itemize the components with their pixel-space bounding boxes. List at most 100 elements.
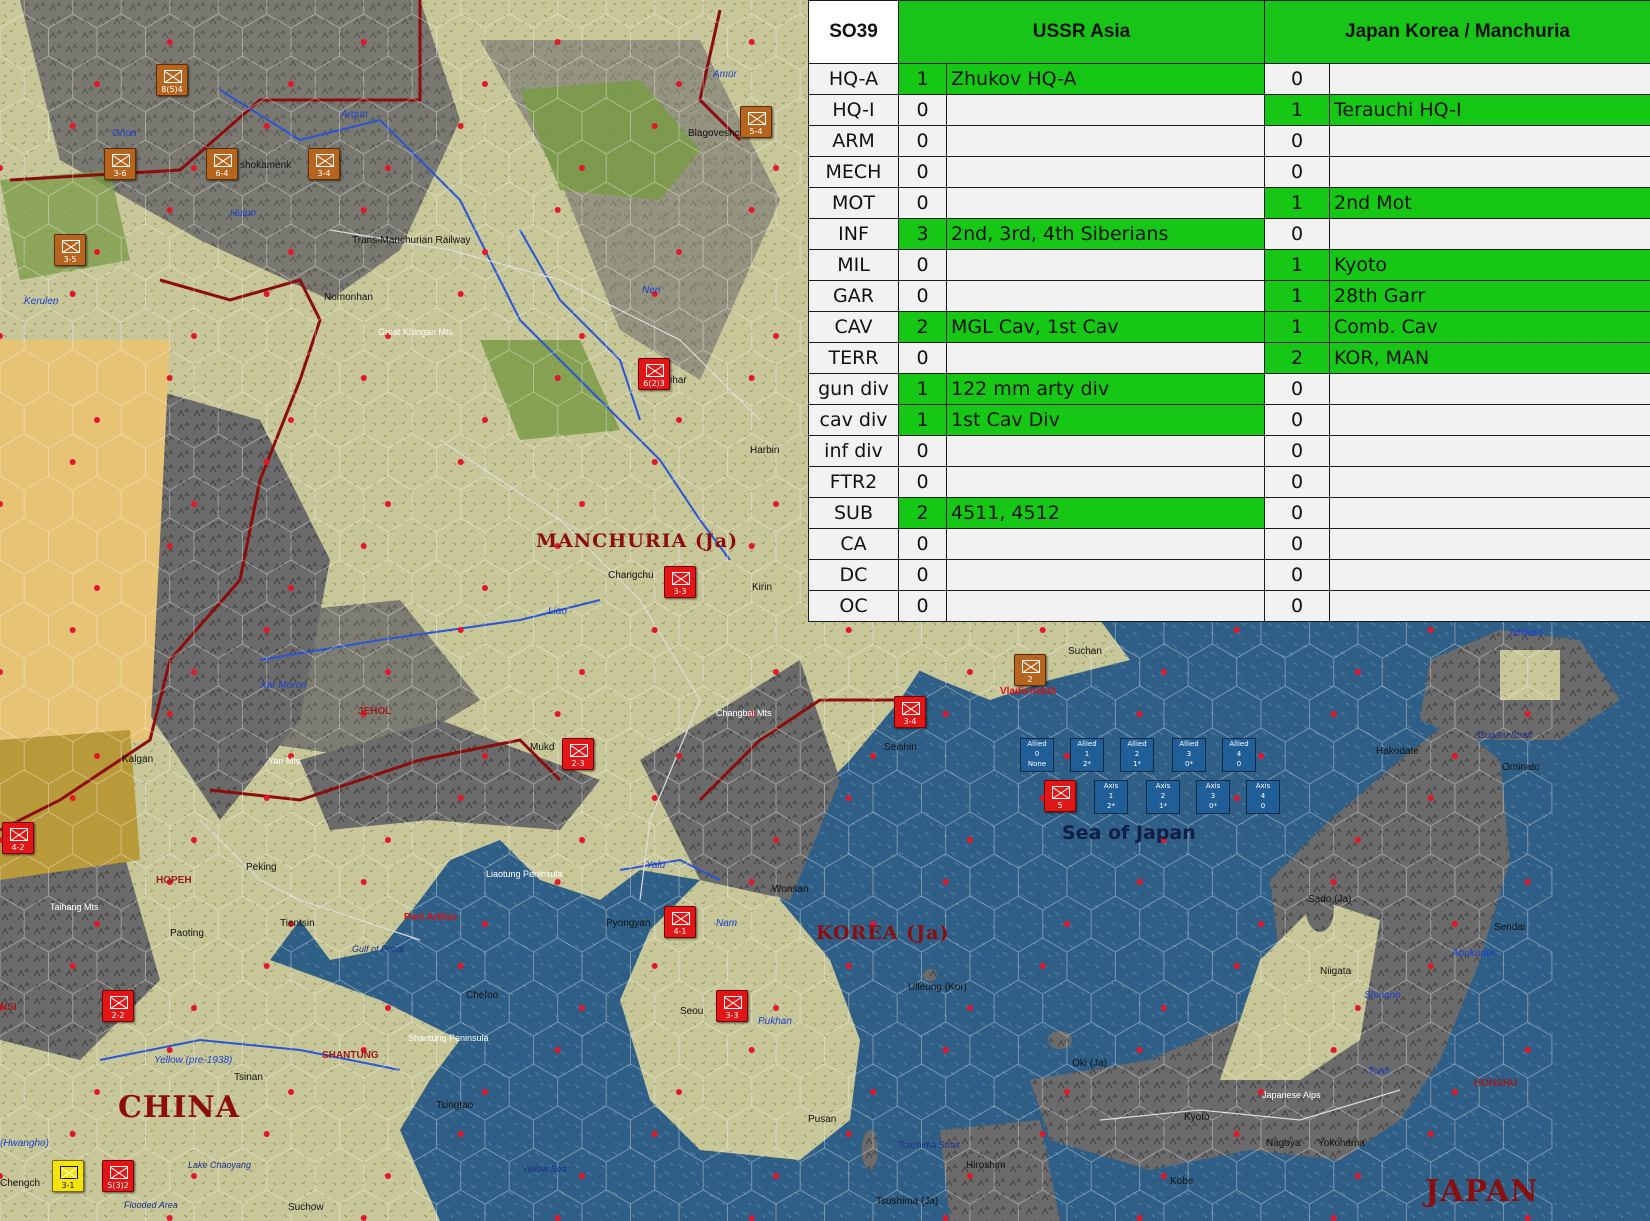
sea-box-axis-3[interactable]: Axis 3 0* (1196, 780, 1230, 814)
control-marker (676, 1089, 682, 1095)
control-marker (191, 333, 197, 339)
control-marker (966, 837, 973, 843)
control-marker (166, 207, 173, 213)
oob-side-a-units (946, 559, 1265, 591)
control-marker (1233, 627, 1240, 633)
control-marker (457, 459, 464, 465)
oob-side-a-count: 0 (898, 528, 947, 560)
oob-side-a-units (946, 125, 1265, 157)
unit-counter-naval[interactable]: 5 (1044, 780, 1076, 812)
unit-counter-submarine[interactable]: 2 (1014, 654, 1046, 686)
unit-counter-mongol-3[interactable]: 3-6 (104, 148, 136, 180)
city-blagoveshchensk: Blagoveshch (688, 128, 746, 139)
control-marker (1063, 753, 1070, 759)
control-marker (385, 1005, 391, 1011)
oob-side-a-units (946, 342, 1265, 374)
oob-side-b-count: 0 (1264, 373, 1330, 405)
label-tsugaru-strait: Tsugaru Strait (1476, 730, 1532, 740)
oob-side-a-count: 1 (898, 373, 947, 405)
control-marker (94, 921, 100, 927)
city-hiroshima: Hiroshim (966, 1160, 1006, 1171)
river-pukhan: Pukhan (758, 1016, 792, 1027)
sea-box-allied-4[interactable]: Allied 4 0 (1222, 738, 1256, 772)
control-marker (482, 81, 488, 87)
sea-box-allied-3[interactable]: Allied 3 0* (1172, 738, 1206, 772)
sea-box-allied-0[interactable]: Allied 0 None (1020, 738, 1054, 772)
control-marker (482, 1089, 488, 1095)
unit-counter-soviet-1[interactable]: 6(2)3 (638, 358, 670, 390)
control-marker (748, 543, 755, 549)
oob-row: CA 0 0 (808, 528, 1650, 560)
region-korea: KOREA (Ja) (816, 922, 950, 944)
control-marker (966, 1005, 973, 1011)
oob-side-b-units: Kyoto (1329, 249, 1650, 281)
oob-category-cell: inf div (808, 435, 899, 467)
oob-side-b-count: 0 (1264, 156, 1330, 188)
label-trans-manchurian-railway: Trans-Manchurian Railway (352, 235, 471, 246)
control-marker (69, 123, 76, 129)
control-marker (263, 627, 270, 633)
sea-box-allied-1[interactable]: Allied 1 2* (1070, 738, 1104, 772)
unit-counter-soviet-7[interactable]: 2-2 (102, 990, 134, 1022)
prov-nsi: NSI (0, 1002, 17, 1013)
unit-counter-soviet-4[interactable]: 4-1 (664, 906, 696, 938)
unit-counter-mongol-1[interactable]: 8(5)4 (156, 64, 188, 96)
city-chefoo: Chefoo (466, 990, 499, 1001)
control-marker (845, 627, 852, 633)
oob-row: SUB 2 4511, 4512 0 (808, 497, 1650, 529)
region-japan: JAPAN (1425, 1174, 1539, 1209)
control-marker (845, 795, 852, 801)
unit-counter-soviet-2[interactable]: 3-3 (664, 566, 696, 598)
city-tsitsihar: ihar (670, 375, 687, 386)
sea-box-axis-1[interactable]: Axis 1 2* (1094, 780, 1128, 814)
unit-counter-soviet-8[interactable]: 5(3)2 (102, 1160, 134, 1192)
oob-side-b-count: 0 (1264, 497, 1330, 529)
control-marker (69, 459, 76, 465)
control-marker (94, 249, 100, 255)
city-yokohama: Yokohama (1318, 1138, 1365, 1149)
oob-row: TERR 0 2 KOR, MAN (808, 342, 1650, 374)
label-sea-of-japan: Sea of Japan (1062, 822, 1196, 844)
unit-counter-soviet-6[interactable]: 3-4 (894, 696, 926, 728)
oob-row: MECH 0 0 (808, 156, 1650, 188)
oob-side-a-count: 0 (898, 435, 947, 467)
oob-category-cell: DC (808, 559, 899, 591)
control-marker (579, 837, 585, 843)
oob-side-a-units (946, 466, 1265, 498)
control-marker (1136, 1047, 1143, 1053)
oob-table: SO39 USSR Asia Japan Korea / Manchuria H… (808, 0, 1650, 622)
control-marker (166, 711, 173, 717)
unit-counter-mongol-6[interactable]: 3-5 (54, 234, 86, 266)
unit-counter-mongol-4[interactable]: 6-4 (206, 148, 238, 180)
city-kalgan: Kalgan (122, 754, 154, 765)
oob-side-b-units: 2nd Mot (1329, 187, 1650, 219)
unit-counter-soviet-9[interactable]: 4-2 (2, 822, 34, 854)
unit-counter-mongol-5[interactable]: 3-4 (308, 148, 340, 180)
oob-side-a-count: 0 (898, 125, 947, 157)
control-marker (748, 207, 755, 213)
control-marker (1063, 921, 1070, 927)
oob-row: OC 0 0 (808, 590, 1650, 622)
oob-side-b-units (1329, 528, 1650, 560)
sea-box-axis-2[interactable]: Axis 2 1* (1146, 780, 1180, 814)
control-marker (1233, 795, 1240, 801)
control-marker (69, 627, 76, 633)
unit-counter-soviet-3[interactable]: 2-3 (562, 738, 594, 770)
oob-side-a-count: 3 (898, 218, 947, 250)
oob-row: inf div 0 0 (808, 435, 1650, 467)
oob-side-b-units: Terauchi HQ-I (1329, 94, 1650, 126)
unit-counter-mongol-2[interactable]: 5-4 (740, 106, 772, 138)
unit-counter-china-1[interactable]: 3-1 (52, 1160, 84, 1192)
oob-side-a-count: 0 (898, 156, 947, 188)
sea-box-allied-2[interactable]: Allied 2 1* (1120, 738, 1154, 772)
sea-box-axis-4[interactable]: Axis 4 0 (1246, 780, 1280, 814)
oob-side-b-count: 1 (1264, 187, 1330, 219)
control-marker (1039, 1131, 1046, 1137)
oob-side-a-count: 2 (898, 311, 947, 343)
oob-side-b-units (1329, 590, 1650, 622)
control-marker (263, 1131, 270, 1137)
unit-counter-soviet-5[interactable]: 3-3 (716, 990, 748, 1022)
oob-row: MOT 0 1 2nd Mot (808, 187, 1650, 219)
control-marker (942, 1047, 949, 1053)
city-suchan: Suchan (1068, 646, 1102, 657)
